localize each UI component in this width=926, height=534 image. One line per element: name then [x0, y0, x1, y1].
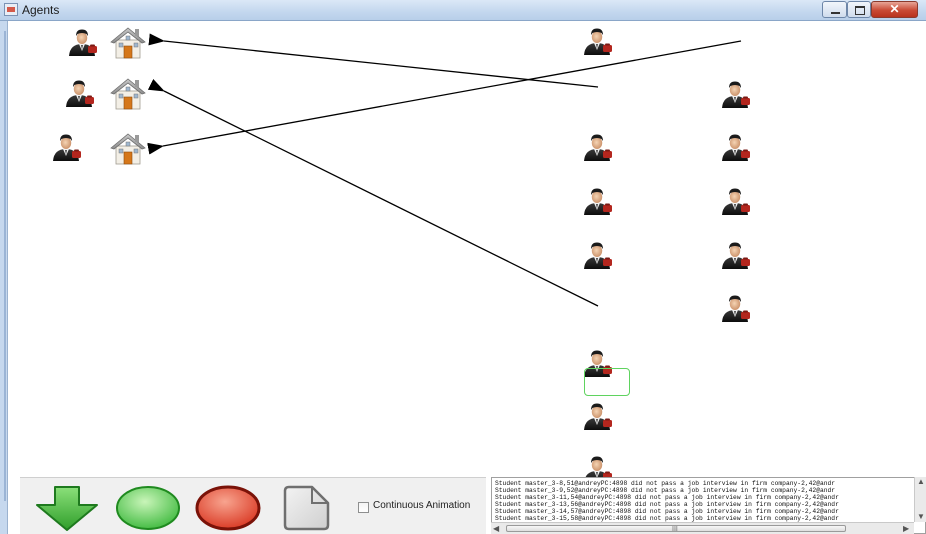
- scroll-right-icon[interactable]: ▶: [903, 524, 909, 533]
- title-bar: Agents ✕: [0, 0, 926, 21]
- new-document-icon[interactable]: [282, 485, 332, 531]
- student-agent-icon[interactable]: [584, 28, 612, 56]
- step-down-arrow-icon[interactable]: [33, 484, 101, 532]
- log-line: Student master_3-11,54@andreyPC:4898 did…: [495, 494, 839, 501]
- maximize-button[interactable]: [847, 1, 871, 18]
- scroll-grip: III: [672, 526, 678, 533]
- continuous-animation-label: Continuous Animation: [373, 500, 471, 511]
- agent-graph: [53, 27, 750, 483]
- student-agent-icon[interactable]: [69, 29, 97, 57]
- continuous-animation-checkbox[interactable]: [358, 502, 369, 513]
- close-icon: ✕: [889, 2, 900, 16]
- student-agent-icon[interactable]: [722, 295, 750, 323]
- interview-arrow: [147, 78, 599, 307]
- minimize-button[interactable]: [822, 1, 847, 18]
- company-house-icon[interactable]: [110, 78, 146, 110]
- interview-arrow: [148, 33, 599, 88]
- scroll-up-icon[interactable]: ▲: [917, 477, 925, 486]
- window-left-border: [0, 21, 8, 534]
- student-agent-icon[interactable]: [722, 134, 750, 162]
- log-line: Student master_3-9,52@andreyPC:4898 did …: [495, 487, 836, 494]
- scroll-left-icon[interactable]: ◀: [493, 524, 499, 533]
- java-app-icon: [4, 3, 18, 16]
- agents-canvas: [9, 21, 926, 534]
- student-agent-icon[interactable]: [53, 134, 81, 162]
- horizontal-scroll-thumb[interactable]: III: [506, 525, 846, 533]
- student-agent-icon[interactable]: [584, 403, 612, 431]
- log-line: Student master_3-8,51@andreyPC:4898 did …: [495, 480, 836, 487]
- close-button[interactable]: ✕: [871, 1, 918, 18]
- company-house-icon[interactable]: [110, 27, 146, 59]
- stop-button-icon[interactable]: [193, 485, 263, 531]
- start-button-icon[interactable]: [114, 485, 182, 531]
- student-agent-icon[interactable]: [584, 134, 612, 162]
- window-title: Agents: [22, 3, 60, 17]
- log-vertical-scrollbar[interactable]: ▲ ▼: [914, 477, 926, 522]
- log-line: Student master_3-15,58@andreyPC:4898 did…: [495, 515, 839, 522]
- interview-arrow: [147, 40, 742, 155]
- log-line: Student master_3-14,57@andreyPC:4898 did…: [495, 508, 839, 515]
- log-horizontal-scrollbar[interactable]: ◀ III ▶: [491, 522, 914, 534]
- student-agent-icon[interactable]: [722, 188, 750, 216]
- log-line: Student master_3-13,56@andreyPC:4898 did…: [495, 501, 839, 508]
- student-agent-icon[interactable]: [584, 242, 612, 270]
- student-agent-icon[interactable]: [66, 80, 94, 108]
- student-agent-icon[interactable]: [722, 81, 750, 109]
- scroll-down-icon[interactable]: ▼: [917, 512, 925, 521]
- company-house-icon[interactable]: [110, 133, 146, 165]
- selected-agent-highlight: [584, 368, 630, 396]
- student-agent-icon[interactable]: [584, 188, 612, 216]
- student-agent-icon[interactable]: [722, 242, 750, 270]
